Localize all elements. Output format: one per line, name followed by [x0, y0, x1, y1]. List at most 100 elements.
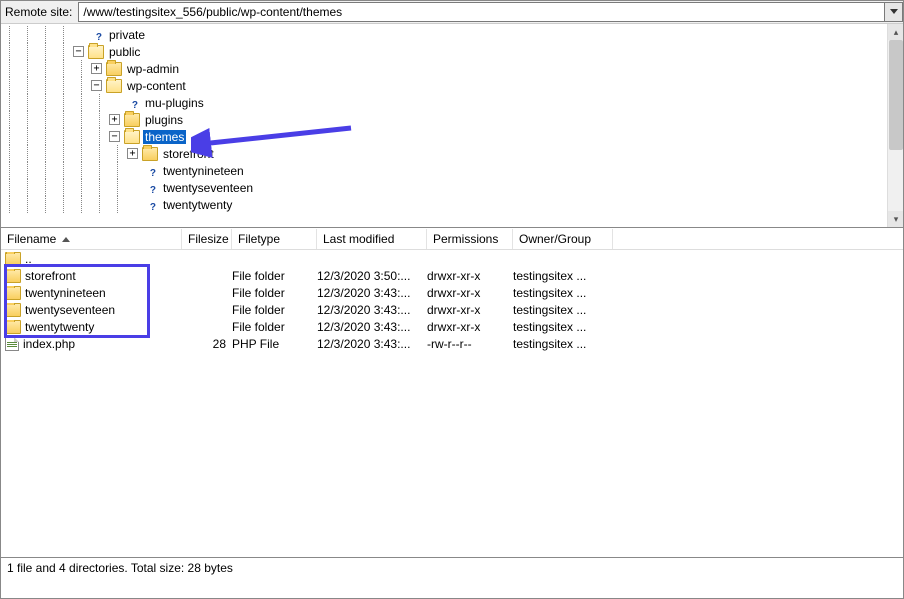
folder-icon	[5, 320, 21, 334]
folder-open-icon	[88, 45, 104, 59]
tree-item-twentytwenty[interactable]: twentytwenty	[1, 196, 887, 213]
file-owner-label: testingsitex ...	[513, 320, 613, 334]
file-name-label: twentynineteen	[25, 286, 106, 300]
remote-tree-pane: private public wp-admin wp-content mu-plugin…	[1, 24, 903, 228]
tree-item-public[interactable]: public	[1, 43, 887, 60]
folder-icon	[5, 269, 21, 283]
tree-item-label: twentynineteen	[161, 164, 246, 178]
expand-toggle[interactable]	[127, 148, 138, 159]
chevron-down-icon	[890, 9, 898, 15]
folder-icon	[106, 62, 122, 76]
list-item-parent[interactable]: ..	[1, 250, 903, 267]
tree-item-label: twentyseventeen	[161, 181, 255, 195]
tree-item-twentynineteen[interactable]: twentynineteen	[1, 162, 887, 179]
expand-toggle[interactable]	[91, 63, 102, 74]
list-item-twentyseventeen[interactable]: twentyseventeen File folder12/3/2020 3:43…	[1, 301, 903, 318]
tree-spacer	[127, 199, 138, 210]
folder-unknown-icon	[142, 198, 158, 212]
col-header-filetype[interactable]: Filetype	[232, 229, 317, 249]
list-item-storefront[interactable]: storefront File folder12/3/2020 3:50:...d…	[1, 267, 903, 284]
folder-unknown-icon	[142, 181, 158, 195]
tree-item-label: wp-content	[125, 79, 188, 93]
folder-unknown-icon	[142, 164, 158, 178]
sort-ascending-icon	[62, 237, 70, 242]
file-owner-label: testingsitex ...	[513, 303, 613, 317]
list-item-index-php[interactable]: index.php28PHP File12/3/2020 3:43:...-rw…	[1, 335, 903, 352]
remote-tree[interactable]: private public wp-admin wp-content mu-plugin…	[1, 24, 887, 227]
file-perm-label: drwxr-xr-x	[427, 286, 513, 300]
folder-icon	[124, 113, 140, 127]
expand-toggle[interactable]	[109, 114, 120, 125]
file-name-label: twentytwenty	[25, 320, 94, 334]
file-perm-label: drwxr-xr-x	[427, 269, 513, 283]
collapse-toggle[interactable]	[109, 131, 120, 142]
tree-item-label: themes	[143, 130, 186, 144]
file-type-label: File folder	[232, 303, 317, 317]
tree-spacer	[109, 97, 120, 108]
scroll-down-button[interactable]: ▾	[888, 211, 903, 227]
scroll-up-button[interactable]: ▴	[888, 24, 903, 40]
file-mod-label: 12/3/2020 3:43:...	[317, 337, 427, 351]
remote-site-label: Remote site:	[1, 5, 78, 19]
file-list[interactable]: ..storefrontFile folder12/3/2020 3:50:..…	[1, 250, 903, 557]
remote-path-input[interactable]	[78, 2, 885, 22]
tree-spacer	[127, 165, 138, 176]
tree-item-label: storefront	[161, 147, 216, 161]
folder-icon	[142, 147, 158, 161]
folder-unknown-icon	[124, 96, 140, 110]
collapse-toggle[interactable]	[73, 46, 84, 57]
remote-site-bar: Remote site:	[1, 1, 903, 24]
tree-item-twentyseventeen[interactable]: twentyseventeen	[1, 179, 887, 196]
list-item-twentynineteen[interactable]: twentynineteen File folder12/3/2020 3:43:…	[1, 284, 903, 301]
col-header-filename-label: Filename	[7, 232, 56, 246]
tree-item-wp-admin[interactable]: wp-admin	[1, 60, 887, 77]
php-file-icon	[5, 337, 19, 351]
list-item-twentytwenty[interactable]: twentytwenty File folder12/3/2020 3:43:..…	[1, 318, 903, 335]
file-name-label: index.php	[23, 337, 75, 351]
tree-item-label: private	[107, 28, 147, 42]
scroll-thumb[interactable]	[889, 40, 903, 150]
file-size-label: 28	[182, 337, 232, 351]
status-bar: 1 file and 4 directories. Total size: 28…	[1, 557, 903, 578]
folder-open-icon	[124, 130, 140, 144]
file-type-label: File folder	[232, 320, 317, 334]
tree-scrollbar[interactable]: ▴ ▾	[887, 24, 903, 227]
file-type-label: File folder	[232, 286, 317, 300]
remote-path-dropdown[interactable]	[885, 2, 903, 22]
file-name-label: twentyseventeen	[25, 303, 115, 317]
file-mod-label: 12/3/2020 3:50:...	[317, 269, 427, 283]
file-perm-label: drwxr-xr-x	[427, 303, 513, 317]
file-perm-label: drwxr-xr-x	[427, 320, 513, 334]
col-header-filename[interactable]: Filename	[1, 229, 182, 249]
collapse-toggle[interactable]	[91, 80, 102, 91]
folder-icon	[5, 286, 21, 300]
col-header-permissions[interactable]: Permissions	[427, 229, 513, 249]
col-header-modified[interactable]: Last modified	[317, 229, 427, 249]
tree-item-label: twentytwenty	[161, 198, 234, 212]
file-owner-label: testingsitex ...	[513, 286, 613, 300]
file-owner-label: testingsitex ...	[513, 269, 613, 283]
col-header-filesize[interactable]: Filesize	[182, 229, 232, 249]
file-list-pane: Filename Filesize Filetype Last modified…	[1, 228, 903, 578]
file-mod-label: 12/3/2020 3:43:...	[317, 320, 427, 334]
tree-item-label: wp-admin	[125, 62, 181, 76]
tree-item-label: public	[107, 45, 142, 59]
file-type-label: PHP File	[232, 337, 317, 351]
list-header: Filename Filesize Filetype Last modified…	[1, 228, 903, 250]
tree-item-wp-content[interactable]: wp-content	[1, 77, 887, 94]
file-name-label: storefront	[25, 269, 76, 283]
file-mod-label: 12/3/2020 3:43:...	[317, 286, 427, 300]
tree-item-mu-plugins[interactable]: mu-plugins	[1, 94, 887, 111]
tree-spacer	[73, 29, 84, 40]
tree-item-plugins[interactable]: plugins	[1, 111, 887, 128]
col-header-owner[interactable]: Owner/Group	[513, 229, 613, 249]
tree-item-storefront[interactable]: storefront	[1, 145, 887, 162]
file-mod-label: 12/3/2020 3:43:...	[317, 303, 427, 317]
folder-open-icon	[106, 79, 122, 93]
file-type-label: File folder	[232, 269, 317, 283]
tree-item-private[interactable]: private	[1, 26, 887, 43]
folder-unknown-icon	[88, 28, 104, 42]
tree-item-label: mu-plugins	[143, 96, 206, 110]
tree-item-themes[interactable]: themes	[1, 128, 887, 145]
folder-icon	[5, 303, 21, 317]
